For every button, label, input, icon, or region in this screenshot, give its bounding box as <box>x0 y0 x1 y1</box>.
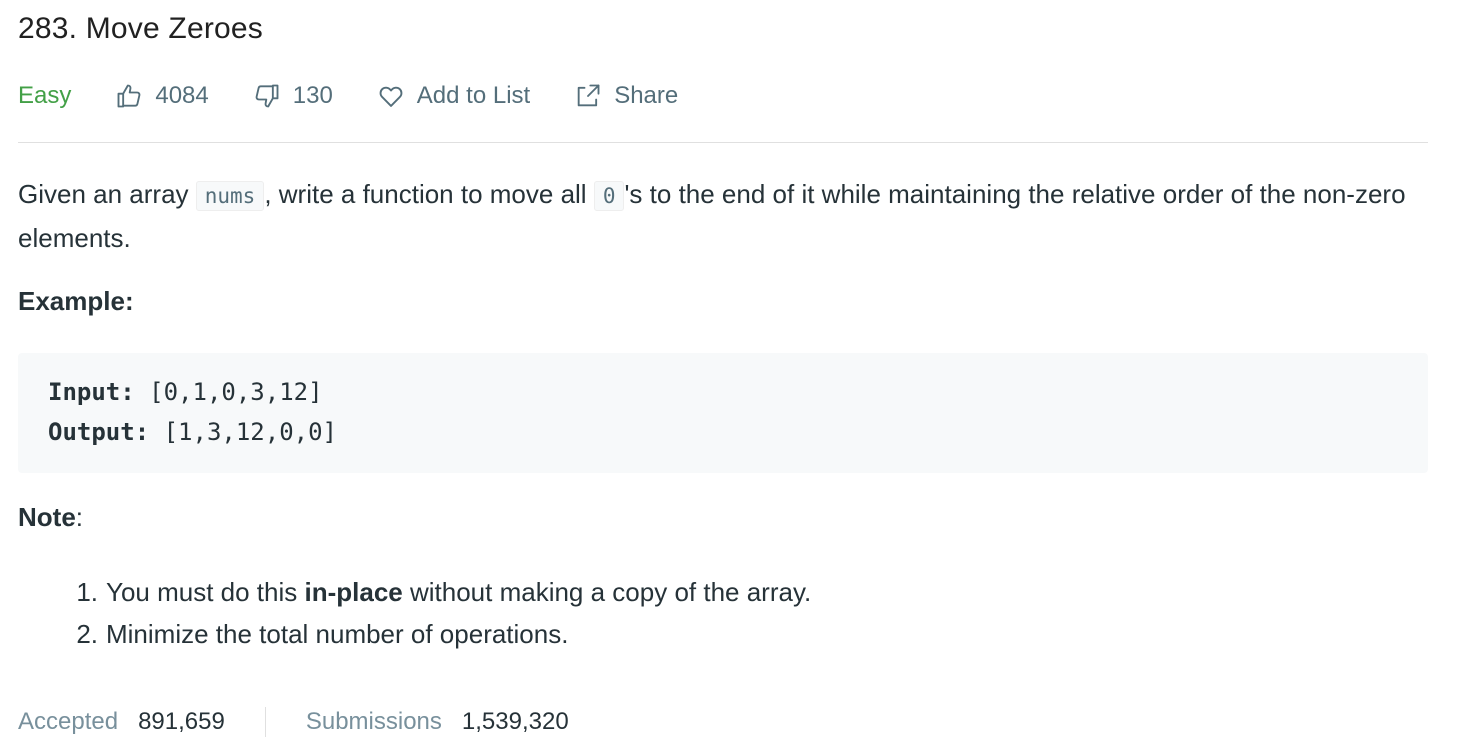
input-label: Input: <box>48 378 135 406</box>
input-value: [0,1,0,3,12] <box>149 378 323 406</box>
dislike-button[interactable]: 130 <box>253 82 333 110</box>
example-output-line: Output: [1,3,12,0,0] <box>48 412 337 452</box>
share-button[interactable]: Share <box>574 82 678 110</box>
note-colon: : <box>75 502 84 532</box>
submissions-label: Submissions <box>305 708 442 735</box>
description-text: , write a function to move all <box>264 179 594 209</box>
difficulty-badge: Easy <box>18 82 72 109</box>
list-item-number: 1. <box>76 577 98 607</box>
thumbs-down-icon <box>255 84 279 108</box>
list-item-text: Minimize the total number of operations. <box>106 613 568 655</box>
note-text-part: Minimize the total number of operations. <box>106 619 569 649</box>
like-count: 4084 <box>155 82 209 109</box>
list-item: 2. Minimize the total number of operatio… <box>18 613 811 655</box>
thumbs-up-icon <box>117 84 141 108</box>
note-list: 1. You must do this in-place without mak… <box>18 571 811 655</box>
submission-stats: Accepted 891,659 Submissions 1,539,320 <box>18 704 569 740</box>
example-heading: Example: <box>18 286 134 316</box>
note-heading-text: Note <box>18 502 76 532</box>
list-item-text: You must do this in-place without making… <box>106 571 811 613</box>
inline-code-nums: nums <box>195 181 265 211</box>
like-button[interactable]: 4084 <box>115 82 209 110</box>
accepted-label: Accepted <box>18 708 119 735</box>
header-divider <box>18 142 1428 143</box>
stats-divider <box>264 707 266 737</box>
output-value: [1,3,12,0,0] <box>163 418 337 446</box>
note-heading: Note: <box>18 502 83 533</box>
example-input-line: Input: [0,1,0,3,12] <box>48 372 323 412</box>
example-code-block: Input: [0,1,0,3,12] Output: [1,3,12,0,0] <box>18 353 1428 473</box>
list-item: 1. You must do this in-place without mak… <box>18 571 811 613</box>
share-icon <box>577 84 600 107</box>
submissions-count: 1,539,320 <box>461 708 569 735</box>
share-label: Share <box>614 82 679 109</box>
inline-code-zero: 0 <box>593 181 625 211</box>
dislike-count: 130 <box>292 82 333 109</box>
heart-icon <box>379 86 403 107</box>
description-text: Given an array <box>18 179 196 209</box>
output-label: Output: <box>48 418 150 446</box>
add-to-list-label: Add to List <box>416 82 531 109</box>
accepted-count: 891,659 <box>138 708 225 735</box>
list-item-number: 2. <box>76 619 98 649</box>
note-text-part: You must do this <box>106 577 305 607</box>
problem-title: 283. Move Zeroes <box>18 12 263 45</box>
note-bold-text: in-place <box>304 577 403 607</box>
problem-description: Given an array nums, write a function to… <box>18 173 1428 259</box>
problem-meta-bar: Easy 4084 130 Add to List Share <box>18 78 722 114</box>
add-to-list-button[interactable]: Add to List <box>377 82 530 110</box>
note-text-part: without making a copy of the array. <box>402 577 812 607</box>
